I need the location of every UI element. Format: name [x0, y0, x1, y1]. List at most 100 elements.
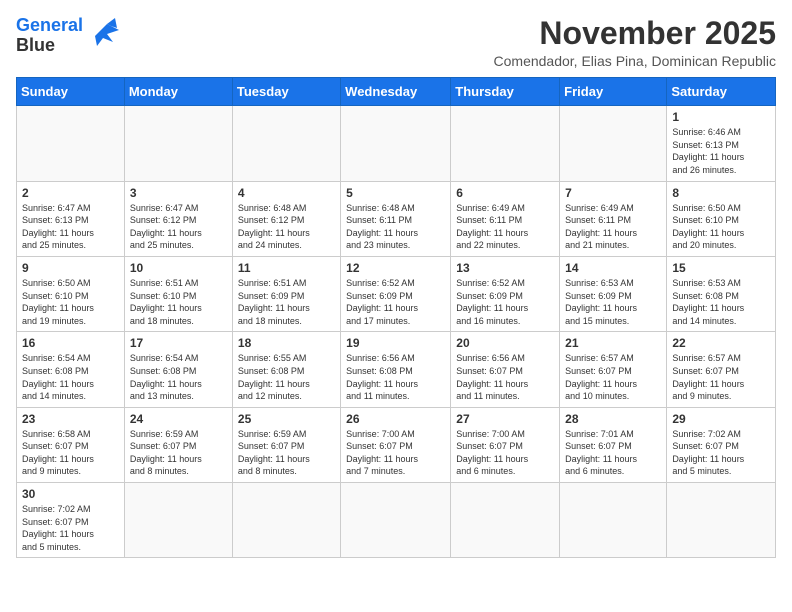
day-number: 21 — [565, 336, 661, 350]
day-info: Sunrise: 7:02 AM Sunset: 6:07 PM Dayligh… — [22, 503, 119, 553]
calendar-cell: 29 Sunrise: 7:02 AM Sunset: 6:07 PM Dayli… — [667, 407, 776, 482]
day-info: Sunrise: 6:47 AM Sunset: 6:12 PM Dayligh… — [130, 202, 227, 252]
calendar-cell — [667, 483, 776, 558]
calendar-cell: 20 Sunrise: 6:56 AM Sunset: 6:07 PM Dayli… — [451, 332, 560, 407]
day-number: 12 — [346, 261, 445, 275]
weekday-header-saturday: Saturday — [667, 78, 776, 106]
day-info: Sunrise: 6:46 AM Sunset: 6:13 PM Dayligh… — [672, 126, 770, 176]
day-info: Sunrise: 6:50 AM Sunset: 6:10 PM Dayligh… — [22, 277, 119, 327]
calendar-cell — [17, 106, 125, 181]
day-number: 24 — [130, 412, 227, 426]
day-number: 26 — [346, 412, 445, 426]
day-number: 6 — [456, 186, 554, 200]
day-number: 25 — [238, 412, 335, 426]
day-info: Sunrise: 6:53 AM Sunset: 6:08 PM Dayligh… — [672, 277, 770, 327]
calendar-cell: 15Sunrise: 6:53 AM Sunset: 6:08 PM Dayli… — [667, 256, 776, 331]
day-info: Sunrise: 6:52 AM Sunset: 6:09 PM Dayligh… — [456, 277, 554, 327]
calendar-cell: 17Sunrise: 6:54 AM Sunset: 6:08 PM Dayli… — [124, 332, 232, 407]
day-info: Sunrise: 6:56 AM Sunset: 6:08 PM Dayligh… — [346, 352, 445, 402]
logo-text: GeneralBlue — [16, 16, 83, 56]
calendar-cell: 25 Sunrise: 6:59 AM Sunset: 6:07 PM Dayli… — [232, 407, 340, 482]
calendar-cell: 5 Sunrise: 6:48 AM Sunset: 6:11 PM Daylig… — [341, 181, 451, 256]
calendar-cell — [124, 483, 232, 558]
day-number: 13 — [456, 261, 554, 275]
day-info: Sunrise: 6:47 AM Sunset: 6:13 PM Dayligh… — [22, 202, 119, 252]
logo-bird-icon — [87, 16, 125, 48]
day-info: Sunrise: 6:56 AM Sunset: 6:07 PM Dayligh… — [456, 352, 554, 402]
day-info: Sunrise: 6:49 AM Sunset: 6:11 PM Dayligh… — [456, 202, 554, 252]
day-number: 19 — [346, 336, 445, 350]
weekday-header-wednesday: Wednesday — [341, 78, 451, 106]
day-number: 5 — [346, 186, 445, 200]
day-number: 2 — [22, 186, 119, 200]
day-number: 14 — [565, 261, 661, 275]
calendar-cell: 27 Sunrise: 7:00 AM Sunset: 6:07 PM Dayli… — [451, 407, 560, 482]
day-info: Sunrise: 6:52 AM Sunset: 6:09 PM Dayligh… — [346, 277, 445, 327]
day-info: Sunrise: 6:55 AM Sunset: 6:08 PM Dayligh… — [238, 352, 335, 402]
day-number: 17 — [130, 336, 227, 350]
day-info: Sunrise: 6:57 AM Sunset: 6:07 PM Dayligh… — [672, 352, 770, 402]
day-number: 22 — [672, 336, 770, 350]
day-number: 23 — [22, 412, 119, 426]
month-title: November 2025 — [494, 16, 776, 51]
title-section: November 2025 Comendador, Elias Pina, Do… — [494, 16, 776, 69]
day-info: Sunrise: 6:48 AM Sunset: 6:11 PM Dayligh… — [346, 202, 445, 252]
day-number: 18 — [238, 336, 335, 350]
calendar-week-row: 9 Sunrise: 6:50 AM Sunset: 6:10 PM Daylig… — [17, 256, 776, 331]
day-number: 10 — [130, 261, 227, 275]
day-info: Sunrise: 7:02 AM Sunset: 6:07 PM Dayligh… — [672, 428, 770, 478]
calendar-cell: 19 Sunrise: 6:56 AM Sunset: 6:08 PM Dayli… — [341, 332, 451, 407]
day-number: 29 — [672, 412, 770, 426]
calendar-cell: 28 Sunrise: 7:01 AM Sunset: 6:07 PM Dayli… — [560, 407, 667, 482]
location-subtitle: Comendador, Elias Pina, Dominican Republ… — [494, 53, 776, 69]
day-info: Sunrise: 6:48 AM Sunset: 6:12 PM Dayligh… — [238, 202, 335, 252]
page-header: GeneralBlue November 2025 Comendador, El… — [16, 16, 776, 69]
calendar-week-row: 16 Sunrise: 6:54 AM Sunset: 6:08 PM Dayli… — [17, 332, 776, 407]
calendar-table: SundayMondayTuesdayWednesdayThursdayFrid… — [16, 77, 776, 558]
day-info: Sunrise: 7:01 AM Sunset: 6:07 PM Dayligh… — [565, 428, 661, 478]
day-info: Sunrise: 7:00 AM Sunset: 6:07 PM Dayligh… — [456, 428, 554, 478]
day-number: 3 — [130, 186, 227, 200]
day-number: 8 — [672, 186, 770, 200]
day-info: Sunrise: 6:57 AM Sunset: 6:07 PM Dayligh… — [565, 352, 661, 402]
calendar-cell: 14Sunrise: 6:53 AM Sunset: 6:09 PM Dayli… — [560, 256, 667, 331]
day-info: Sunrise: 7:00 AM Sunset: 6:07 PM Dayligh… — [346, 428, 445, 478]
calendar-cell: 24Sunrise: 6:59 AM Sunset: 6:07 PM Dayli… — [124, 407, 232, 482]
calendar-cell: 21 Sunrise: 6:57 AM Sunset: 6:07 PM Dayli… — [560, 332, 667, 407]
calendar-cell — [232, 106, 340, 181]
calendar-cell: 2 Sunrise: 6:47 AM Sunset: 6:13 PM Daylig… — [17, 181, 125, 256]
calendar-cell: 16 Sunrise: 6:54 AM Sunset: 6:08 PM Dayli… — [17, 332, 125, 407]
day-number: 9 — [22, 261, 119, 275]
calendar-cell: 10Sunrise: 6:51 AM Sunset: 6:10 PM Dayli… — [124, 256, 232, 331]
calendar-week-row: 30 Sunrise: 7:02 AM Sunset: 6:07 PM Dayli… — [17, 483, 776, 558]
calendar-cell — [124, 106, 232, 181]
day-info: Sunrise: 6:49 AM Sunset: 6:11 PM Dayligh… — [565, 202, 661, 252]
weekday-header-friday: Friday — [560, 78, 667, 106]
calendar-header-row: SundayMondayTuesdayWednesdayThursdayFrid… — [17, 78, 776, 106]
calendar-cell — [451, 483, 560, 558]
calendar-cell: 7Sunrise: 6:49 AM Sunset: 6:11 PM Daylig… — [560, 181, 667, 256]
day-number: 28 — [565, 412, 661, 426]
calendar-cell: 11 Sunrise: 6:51 AM Sunset: 6:09 PM Dayli… — [232, 256, 340, 331]
calendar-cell — [560, 106, 667, 181]
calendar-cell: 30 Sunrise: 7:02 AM Sunset: 6:07 PM Dayli… — [17, 483, 125, 558]
weekday-header-sunday: Sunday — [17, 78, 125, 106]
calendar-cell: 22 Sunrise: 6:57 AM Sunset: 6:07 PM Dayli… — [667, 332, 776, 407]
day-info: Sunrise: 6:51 AM Sunset: 6:09 PM Dayligh… — [238, 277, 335, 327]
day-info: Sunrise: 6:50 AM Sunset: 6:10 PM Dayligh… — [672, 202, 770, 252]
day-number: 30 — [22, 487, 119, 501]
day-number: 11 — [238, 261, 335, 275]
day-info: Sunrise: 6:54 AM Sunset: 6:08 PM Dayligh… — [22, 352, 119, 402]
day-number: 16 — [22, 336, 119, 350]
day-number: 20 — [456, 336, 554, 350]
day-number: 4 — [238, 186, 335, 200]
calendar-cell — [560, 483, 667, 558]
calendar-cell: 18 Sunrise: 6:55 AM Sunset: 6:08 PM Dayli… — [232, 332, 340, 407]
day-info: Sunrise: 6:59 AM Sunset: 6:07 PM Dayligh… — [238, 428, 335, 478]
day-number: 27 — [456, 412, 554, 426]
calendar-week-row: 23Sunrise: 6:58 AM Sunset: 6:07 PM Dayli… — [17, 407, 776, 482]
calendar-cell — [232, 483, 340, 558]
calendar-cell: 1Sunrise: 6:46 AM Sunset: 6:13 PM Daylig… — [667, 106, 776, 181]
calendar-cell — [341, 483, 451, 558]
calendar-cell — [451, 106, 560, 181]
